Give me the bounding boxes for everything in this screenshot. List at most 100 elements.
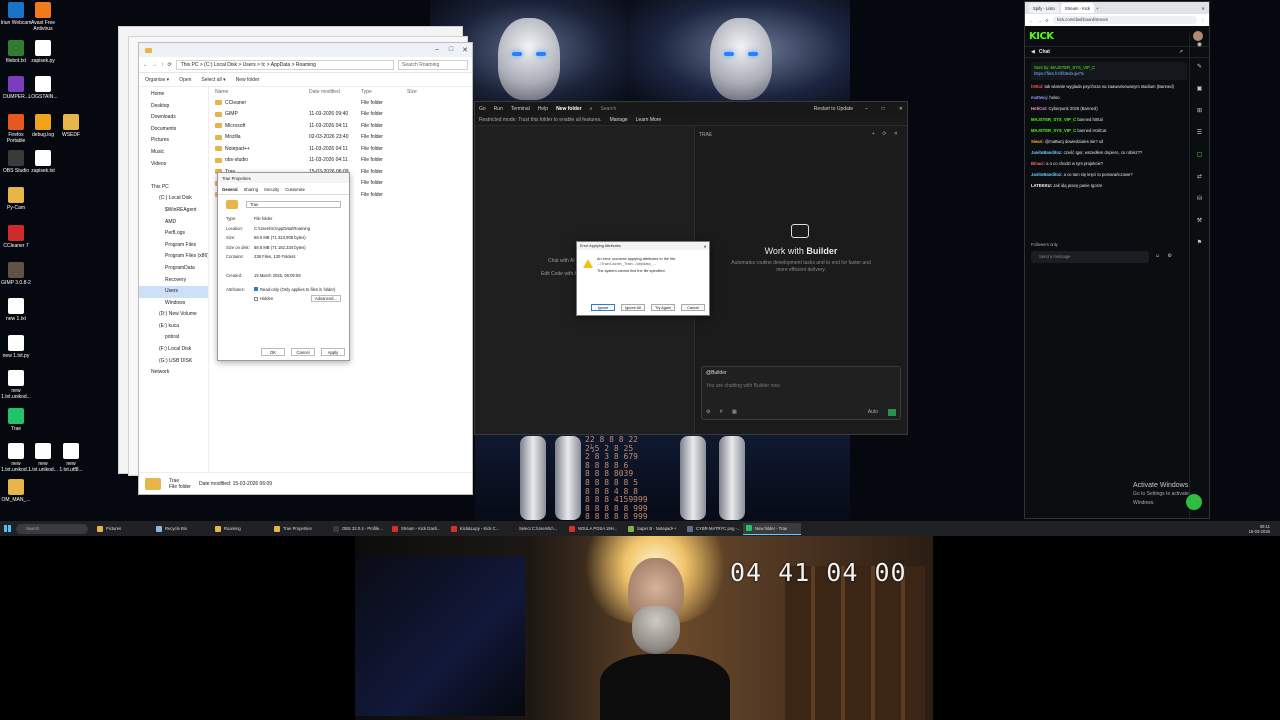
close-icon[interactable]: ✕ [458, 46, 472, 54]
taskbar-item[interactable]: Recycle Bin [153, 523, 211, 535]
nav-item[interactable]: (G:) USB DISK [139, 356, 208, 368]
minimize-icon[interactable]: – [430, 46, 444, 54]
maximize-icon[interactable]: □ [444, 46, 458, 54]
taskbar-item[interactable]: Pictures [94, 523, 152, 535]
url-bar[interactable]: kick.com/dashboard/stream [1052, 16, 1197, 24]
toolbar-new-folder[interactable]: New folder [236, 77, 260, 83]
menu-icon[interactable]: ⋮ [1201, 18, 1205, 23]
nav-item[interactable]: (C:) Local Disk [139, 193, 208, 205]
hidden-checkbox[interactable] [254, 296, 258, 301]
chat-username[interactable]: Binaci: [1031, 161, 1045, 166]
properties-dialog[interactable]: Trae Properties General Sharing Security… [217, 172, 350, 361]
desktop-icon[interactable]: new 1.txt.py [0, 335, 32, 359]
back-arrow-icon[interactable]: ← [143, 62, 148, 68]
rail-icon[interactable]: ⊞ [1190, 100, 1209, 122]
auto-mode[interactable]: Auto [868, 409, 878, 415]
ignore-all-button[interactable]: Ignore All [621, 304, 645, 311]
tab-sharing[interactable]: Sharing [244, 187, 258, 192]
rail-icon[interactable]: ☰ [1190, 122, 1209, 144]
menu-terminal[interactable]: Terminal [511, 106, 530, 112]
project-folder[interactable]: New folder [556, 106, 582, 112]
desktop-icon[interactable]: LOGSTAIN... [27, 76, 59, 100]
taskbar-item[interactable]: Super B - Notepad++ [625, 523, 683, 535]
start-icon[interactable] [0, 521, 14, 536]
builder-tag[interactable]: @Builder [702, 367, 900, 379]
desktop-icon[interactable]: new 1.txt.unikod... [0, 370, 32, 400]
menu-run[interactable]: Run [494, 106, 503, 112]
chat-username[interactable]: h0Ital: [1031, 84, 1043, 89]
error-dialog[interactable]: Error Applying Attributes ✕ An error occ… [576, 241, 710, 316]
file-row[interactable]: obs-studio 11-03-2026 04:11 File folder [211, 155, 472, 167]
toolbar-organise[interactable]: Organise ▾ [145, 77, 169, 83]
file-row[interactable]: Notepad++ 11-03-2026 04:11 File folder [211, 143, 472, 155]
nav-item[interactable] [139, 170, 208, 182]
nav-item[interactable]: ProgramData [139, 263, 208, 275]
menu-help[interactable]: Help [538, 106, 548, 112]
chat-username[interactable]: Sieari: [1031, 139, 1044, 144]
maximize-icon[interactable]: □ [882, 106, 885, 112]
browser-tab-active[interactable]: Stream - Kick [1060, 3, 1095, 13]
rail-icon[interactable]: ⛁ [1190, 188, 1209, 210]
column-size[interactable]: Size [407, 89, 437, 95]
rail-icon[interactable]: ⇄ [1190, 166, 1209, 188]
tab-security[interactable]: Security [264, 187, 279, 192]
taskbar-clock[interactable]: 09:11 15-03-2026 [1249, 524, 1270, 534]
taskbar-item[interactable]: New folder - Trae [743, 522, 801, 535]
nav-item[interactable]: Program Files (x86) [139, 251, 208, 263]
readonly-checkbox[interactable] [254, 287, 258, 292]
chat-username[interactable]: JanitoBanditoz: [1031, 172, 1062, 177]
folder-name-field[interactable]: Trae [246, 201, 341, 208]
taskbar-item[interactable]: Select C:\Users\tc\... [507, 523, 565, 535]
builder-chat-input[interactable]: @Builder You are chatting with Builder n… [701, 366, 901, 420]
desktop-icon[interactable]: new 1.txt [0, 298, 32, 322]
advanced-button[interactable]: Advanced... [310, 295, 341, 303]
nav-item[interactable]: (D:) New Volume [139, 309, 208, 321]
restart-update-badge[interactable]: Restart to Update [814, 106, 853, 112]
nav-item[interactable]: Videos [139, 159, 208, 171]
file-row[interactable]: CCleaner File folder [211, 97, 472, 109]
ide-search[interactable]: Search [600, 106, 616, 112]
taskbar-item[interactable]: NOULA POSA 19H... [566, 523, 624, 535]
chat-username[interactable]: LATEKKU: [1031, 183, 1052, 188]
nav-item[interactable]: $WinREAgent [139, 205, 208, 217]
close-icon[interactable]: ✕ [899, 106, 903, 112]
refresh-icon[interactable]: ⟳ [1045, 18, 1049, 23]
search-input[interactable]: Search Roaming [398, 59, 468, 70]
column-type[interactable]: Type [361, 89, 407, 95]
nav-item[interactable]: Desktop [139, 101, 208, 113]
panel-controls-icon[interactable]: + ⟳ ✕ [872, 131, 901, 137]
kick-logo[interactable]: KICK [1029, 31, 1054, 42]
desktop-icon[interactable]: CCleaner 7 [0, 225, 32, 249]
taskbar-item[interactable]: CYBR-MATRYC.png -... [684, 523, 742, 535]
desktop-icon[interactable]: OM_MAN_... [0, 479, 32, 503]
chat-username[interactable]: MAJSTER_SYS_VIP_C [1031, 128, 1076, 133]
close-icon[interactable]: ✕ [701, 244, 709, 249]
nav-item[interactable]: Windows [139, 298, 208, 310]
search-icon[interactable]: ⌕ [590, 106, 593, 112]
nav-item[interactable]: Users [139, 286, 208, 298]
desktop-icon[interactable]: zapisek.py [27, 40, 59, 64]
file-row[interactable]: Microsoft 11-03-2026 04:11 File folder [211, 120, 472, 132]
nav-item[interactable]: Documents [139, 124, 208, 136]
refresh-icon[interactable]: ⟳ [168, 62, 172, 68]
nav-item[interactable]: Recovery [139, 275, 208, 287]
try-again-button[interactable]: Try Again [651, 304, 675, 311]
taskbar-item[interactable]: Stream - Kick Dash... [389, 523, 447, 535]
browser-window[interactable]: Spify - Listo Stream - Kick + ✕ ← → ⟳ ki… [1024, 1, 1210, 519]
attach-icons[interactable]: ⚙ # ▦ [706, 409, 741, 415]
nav-item[interactable]: Pictures [139, 135, 208, 147]
nav-item[interactable]: (E:) kuca [139, 321, 208, 333]
nav-item[interactable]: This PC [139, 182, 208, 194]
nav-item[interactable]: Music [139, 147, 208, 159]
green-action-icon[interactable] [1186, 494, 1202, 510]
rail-icon[interactable]: ⚑ [1190, 232, 1209, 254]
rail-icon[interactable]: ⚒ [1190, 210, 1209, 232]
close-icon[interactable]: ✕ [1201, 6, 1205, 11]
desktop-icon[interactable]: Py-Cam [0, 187, 32, 211]
nav-item[interactable]: pobrat [139, 332, 208, 344]
nav-item[interactable]: Downloads [139, 112, 208, 124]
taskbar-search[interactable]: Search [16, 523, 88, 534]
desktop-icon[interactable]: WSEDF [55, 114, 87, 138]
menu-go[interactable]: Go [479, 106, 486, 112]
chat-actions-icon[interactable]: ☺ ⚙ [1155, 253, 1175, 259]
